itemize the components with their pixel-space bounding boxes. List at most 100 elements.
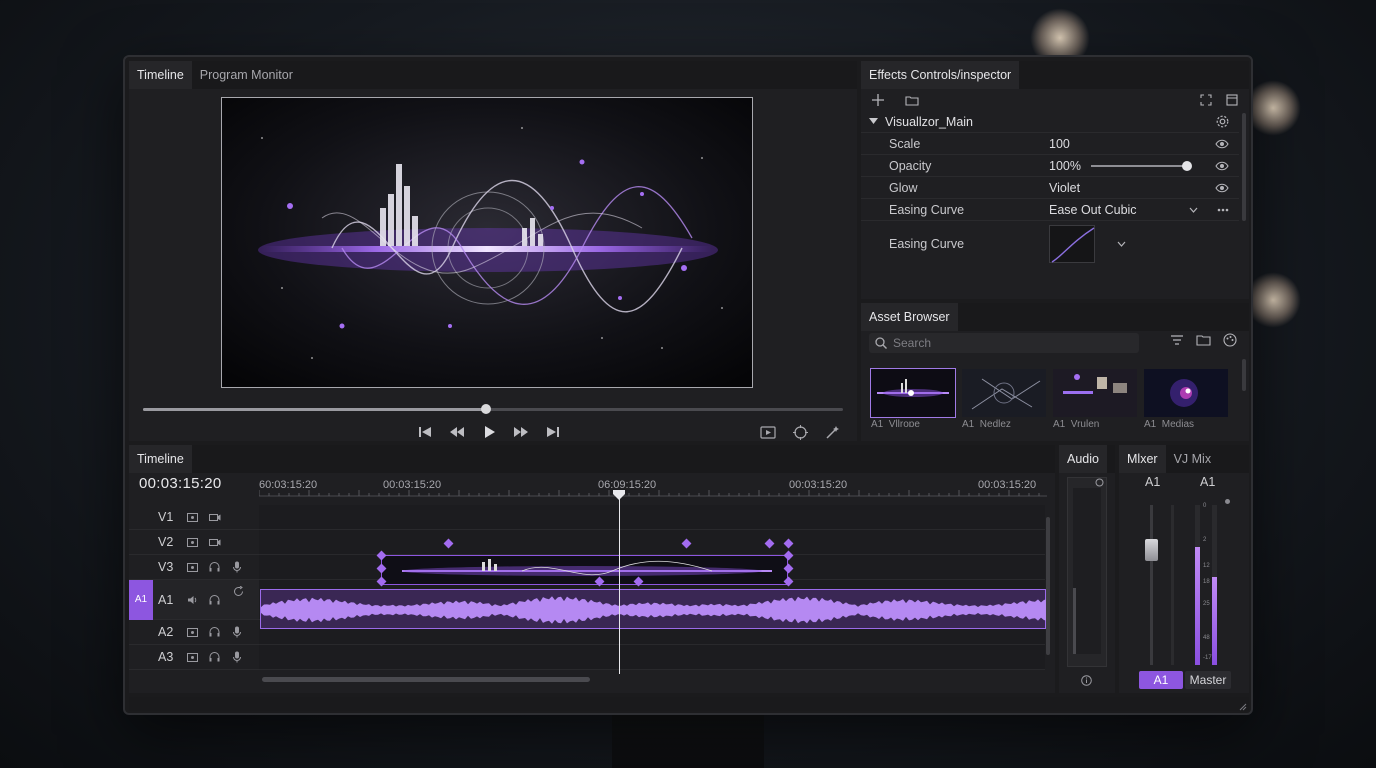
timecode-display[interactable]: 00:03:15:20 — [139, 475, 222, 492]
asset-thumbnail[interactable] — [1144, 369, 1228, 417]
rewind-icon[interactable] — [446, 421, 468, 443]
tab-mixer[interactable]: Mlxer — [1119, 445, 1166, 473]
microphone-icon[interactable] — [233, 626, 241, 638]
panel-layout-icon[interactable] — [1223, 94, 1241, 106]
asset-browser-panel: Asset Browser A1_Vllrope A1_Nedlez A1_Vr… — [861, 303, 1249, 441]
scale-value[interactable]: 100 — [1049, 137, 1070, 151]
film-icon[interactable] — [187, 652, 198, 662]
search-input[interactable] — [893, 336, 1113, 350]
opacity-value[interactable]: 100% — [1049, 159, 1081, 173]
gear-icon[interactable] — [1216, 115, 1229, 128]
tab-vj-mix[interactable]: VJ Mix — [1166, 445, 1220, 473]
program-viewer[interactable] — [221, 97, 753, 388]
time-ruler[interactable]: 60:03:15:20 00:03:15:20 06:09:15:20 00:0… — [259, 473, 1047, 499]
folder-icon[interactable] — [1196, 333, 1211, 347]
chevron-down-icon[interactable] — [1189, 207, 1198, 213]
headphones-icon[interactable] — [209, 652, 220, 662]
magic-wand-icon[interactable] — [821, 421, 843, 443]
eye-icon[interactable] — [1215, 161, 1229, 171]
tab-program-monitor[interactable]: Program Monitor — [192, 61, 301, 89]
monitor-tools — [757, 421, 843, 443]
expand-icon[interactable] — [1197, 94, 1215, 106]
volume-icon[interactable] — [187, 595, 198, 605]
add-icon[interactable] — [869, 94, 887, 106]
playback-scrubber[interactable] — [143, 404, 843, 414]
asset-search — [869, 333, 1139, 353]
track-header-v2[interactable]: V2 — [129, 530, 259, 555]
film-icon[interactable] — [187, 537, 198, 547]
palette-icon[interactable] — [1223, 333, 1237, 347]
clip-thumbnail — [382, 556, 787, 584]
track-selected-badge[interactable]: A1 — [129, 580, 153, 620]
track-header-a1[interactable]: A1 A1 — [129, 580, 259, 620]
audio-clip[interactable] — [260, 589, 1047, 629]
glow-value[interactable]: Violet — [1049, 181, 1080, 195]
tab-timeline[interactable]: Timeline — [129, 445, 192, 473]
effect-header-row[interactable]: Visuallzor_Main — [861, 111, 1239, 133]
headphones-icon[interactable] — [209, 594, 220, 605]
timeline-hscrollbar[interactable] — [262, 677, 590, 682]
opacity-slider-handle[interactable] — [1182, 161, 1192, 171]
settings-icon[interactable] — [1095, 478, 1104, 487]
track-lane-v1[interactable] — [259, 505, 1045, 530]
chevron-down-icon[interactable] — [1117, 241, 1126, 247]
video-clip[interactable] — [381, 555, 788, 585]
safe-margins-icon[interactable] — [789, 421, 811, 443]
eye-icon[interactable] — [1215, 183, 1229, 193]
film-icon[interactable] — [187, 627, 198, 637]
film-icon[interactable] — [187, 512, 198, 522]
skip-to-end-icon[interactable] — [542, 421, 564, 443]
sync-icon[interactable] — [233, 586, 244, 597]
track-header-a2[interactable]: A2 — [129, 620, 259, 645]
film-icon[interactable] — [187, 562, 198, 572]
more-options-icon[interactable] — [1217, 208, 1229, 212]
tab-effects-controls[interactable]: Effects Controls/inspector — [861, 61, 1020, 89]
tab-timeline[interactable]: Timeline — [129, 61, 192, 89]
inspector-scrollbar[interactable] — [1242, 113, 1246, 221]
filter-icon[interactable] — [1170, 333, 1184, 347]
playhead[interactable] — [613, 490, 625, 674]
opacity-slider[interactable] — [1091, 161, 1192, 171]
resize-grip-icon[interactable] — [1238, 702, 1247, 711]
meter-scale-label: 48 — [1203, 635, 1210, 641]
track-header-a3[interactable]: A3 — [129, 645, 259, 670]
microphone-icon[interactable] — [233, 561, 241, 573]
track-header-v1[interactable]: V1 — [129, 505, 259, 530]
track-lane-a3[interactable] — [259, 645, 1045, 670]
monitor-tabbar: Timeline Program Monitor — [129, 61, 857, 89]
scrubber-handle[interactable] — [481, 404, 491, 414]
headphones-icon[interactable] — [209, 627, 220, 637]
master-button[interactable]: Master — [1185, 671, 1231, 689]
microphone-icon[interactable] — [233, 651, 241, 663]
fast-forward-icon[interactable] — [510, 421, 532, 443]
asset-thumbnail[interactable] — [870, 368, 956, 418]
asset-scrollbar[interactable] — [1242, 359, 1246, 391]
track-header-v3[interactable]: V3 — [129, 555, 259, 580]
export-frame-icon[interactable] — [757, 421, 779, 443]
play-icon[interactable] — [478, 421, 500, 443]
monitor-stand — [612, 712, 764, 768]
channel-a1-button[interactable]: A1 — [1139, 671, 1183, 689]
skip-to-start-icon[interactable] — [414, 421, 436, 443]
track-name: A2 — [158, 625, 174, 639]
asset-thumbnail[interactable] — [962, 369, 1046, 417]
headphones-icon[interactable] — [209, 562, 220, 572]
info-icon[interactable] — [1081, 675, 1092, 686]
tab-asset-browser[interactable]: Asset Browser — [861, 303, 958, 331]
new-folder-icon[interactable] — [903, 95, 921, 106]
asset-thumbnail[interactable] — [1053, 369, 1137, 417]
camera-icon[interactable] — [209, 513, 221, 522]
channel-label: A1 — [1145, 475, 1161, 489]
channel-fader-handle[interactable] — [1145, 539, 1158, 561]
property-row-glow: Glow Violet — [861, 177, 1239, 199]
easing-curve-graph[interactable] — [1049, 225, 1095, 263]
camera-icon[interactable] — [209, 538, 221, 547]
timeline-vscrollbar[interactable] — [1046, 517, 1050, 655]
easing-select[interactable]: Ease Out Cubic — [1049, 203, 1137, 217]
eye-icon[interactable] — [1215, 139, 1229, 149]
tab-audio[interactable]: Audio — [1059, 445, 1107, 473]
audio-meter-area[interactable] — [1067, 477, 1107, 667]
chevron-down-icon[interactable] — [869, 118, 878, 125]
audio-panel: Audio — [1059, 445, 1115, 693]
track-lane-v2[interactable] — [259, 530, 1045, 555]
